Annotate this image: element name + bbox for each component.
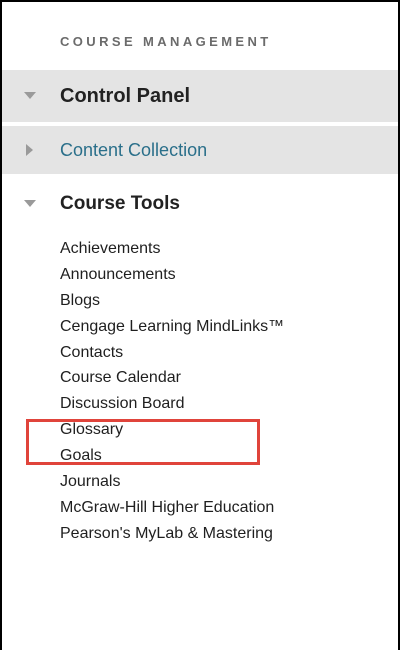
tool-goals[interactable]: Goals (60, 445, 284, 471)
tool-pearson-mylab[interactable]: Pearson's MyLab & Mastering (60, 523, 284, 549)
course-tools-section[interactable]: Course Tools (2, 178, 398, 230)
control-panel-label: Control Panel (60, 84, 191, 107)
content-collection-section[interactable]: Content Collection (2, 126, 398, 174)
tool-achievements[interactable]: Achievements (60, 238, 284, 264)
tool-cengage-mindlinks[interactable]: Cengage Learning MindLinks™ (60, 316, 284, 342)
content-collection-link[interactable]: Content Collection (60, 140, 207, 161)
triangle-down-icon[interactable] (22, 196, 38, 212)
tool-glossary[interactable]: Glossary (60, 419, 284, 445)
course-management-panel: COURSE MANAGEMENT Control Panel Content … (0, 0, 400, 650)
tool-discussion-board[interactable]: Discussion Board (60, 393, 284, 419)
triangle-right-icon[interactable] (22, 142, 38, 158)
course-tools-label: Course Tools (60, 193, 180, 214)
triangle-down-icon[interactable] (22, 88, 38, 104)
tool-course-calendar[interactable]: Course Calendar (60, 367, 284, 393)
tool-blogs[interactable]: Blogs (60, 290, 284, 316)
tool-journals[interactable]: Journals (60, 471, 284, 497)
control-panel-section[interactable]: Control Panel (2, 70, 398, 122)
course-management-header: COURSE MANAGEMENT (60, 34, 272, 49)
tool-contacts[interactable]: Contacts (60, 342, 284, 368)
course-tools-list: Achievements Announcements Blogs Cengage… (60, 238, 284, 549)
tool-mcgraw-hill[interactable]: McGraw-Hill Higher Education (60, 497, 284, 523)
tool-announcements[interactable]: Announcements (60, 264, 284, 290)
